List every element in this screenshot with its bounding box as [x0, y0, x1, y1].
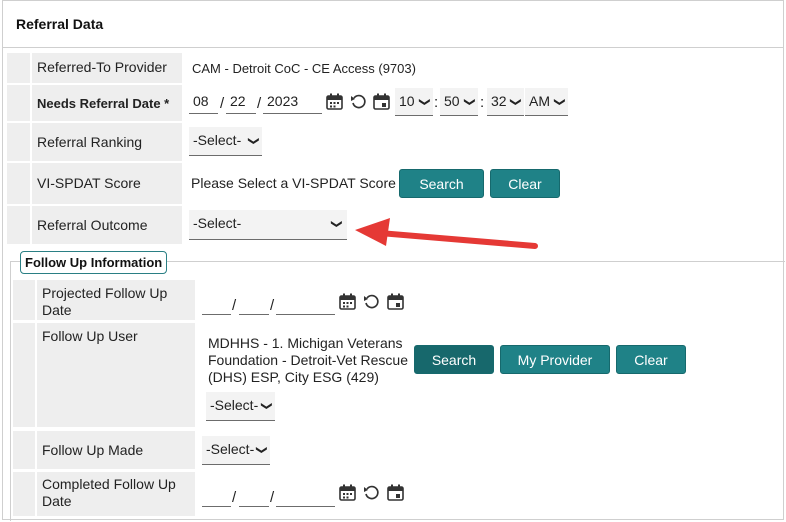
date-separator: / [232, 489, 237, 506]
referral-outcome-label: Referral Outcome [37, 217, 148, 233]
calendar-icon[interactable] [339, 484, 356, 501]
projected-year-input[interactable] [276, 289, 335, 315]
row-marker [7, 123, 30, 161]
follow-up-clear-button[interactable]: Clear [616, 345, 686, 374]
vispdat-value: Please Select a VI-SPDAT Score [191, 175, 396, 191]
chevron-down-icon: ❯ [463, 97, 476, 107]
date-separator: / [232, 297, 237, 314]
projected-label-line-1: Projected Follow Up [42, 285, 168, 301]
chevron-down-icon: ❯ [247, 136, 260, 146]
calendar-icon[interactable] [339, 293, 356, 310]
row-marker [7, 85, 30, 121]
follow-up-search-button[interactable]: Search [414, 345, 494, 374]
follow-up-user-select[interactable]: -Select- ❯ [206, 392, 275, 421]
row-marker [7, 206, 30, 244]
reset-icon[interactable] [350, 93, 367, 110]
year-input[interactable]: 2023 [263, 88, 322, 114]
chevron-down-icon: ❯ [260, 401, 273, 411]
panel-header: Referral Data [3, 1, 783, 48]
referred-to-value: CAM - Detroit CoC - CE Access (9703) [192, 61, 416, 76]
outcome-value: -Select- [193, 215, 242, 231]
row-marker [13, 323, 35, 427]
follow-up-user-line-1: MDHHS - 1. Michigan Veterans [208, 335, 403, 351]
reset-icon[interactable] [363, 484, 380, 501]
follow-up-made-label: Follow Up Made [42, 442, 144, 458]
vispdat-label: VI-SPDAT Score [37, 175, 141, 191]
needs-referral-date-label: Needs Referral Date * [37, 96, 170, 111]
follow-up-user-label: Follow Up User [42, 328, 138, 344]
follow-up-user-line-3: (DHS) ESP, City ESG (429) [208, 369, 379, 385]
referral-outcome-select[interactable]: -Select- ❯ [189, 210, 347, 240]
follow-up-user-line-2: Foundation - Detroit-Vet Rescue [208, 352, 408, 368]
date-separator: / [270, 489, 275, 506]
projected-month-input[interactable] [202, 289, 231, 315]
calendar-icon[interactable] [326, 93, 343, 110]
completed-label-line-1: Completed Follow Up [42, 476, 176, 492]
completed-month-input[interactable] [202, 481, 231, 507]
second-select[interactable]: 32 ❯ [487, 88, 524, 116]
row-marker [13, 472, 35, 516]
reset-icon[interactable] [363, 293, 380, 310]
time-separator: : [434, 94, 439, 111]
today-icon[interactable] [373, 93, 390, 110]
today-icon[interactable] [387, 484, 404, 501]
projected-day-input[interactable] [239, 289, 269, 315]
chevron-down-icon: ❯ [255, 445, 268, 455]
follow-up-made-select[interactable]: -Select- ❯ [202, 436, 270, 465]
chevron-down-icon: ❯ [330, 219, 343, 229]
user-select-value: -Select- [210, 397, 259, 413]
completed-year-input[interactable] [276, 481, 335, 507]
made-value: -Select- [206, 441, 255, 457]
panel-title: Referral Data [16, 16, 104, 32]
today-icon[interactable] [387, 293, 404, 310]
hour-select[interactable]: 10 ❯ [395, 88, 433, 116]
month-input[interactable]: 08 [189, 88, 218, 114]
arrow-annotation [355, 218, 538, 249]
referral-ranking-label: Referral Ranking [37, 134, 143, 150]
row-marker [13, 280, 35, 320]
date-separator: / [257, 95, 262, 112]
minute-select[interactable]: 50 ❯ [440, 88, 478, 116]
my-provider-button[interactable]: My Provider [500, 345, 610, 374]
completed-label-line-2: Date [42, 493, 72, 509]
referral-ranking-select[interactable]: -Select- ❯ [189, 127, 262, 156]
completed-day-input[interactable] [239, 481, 269, 507]
row-marker [7, 163, 30, 204]
chevron-down-icon: ❯ [553, 97, 566, 107]
date-separator: / [270, 297, 275, 314]
follow-up-legend: Follow Up Information [20, 251, 168, 274]
time-separator: : [480, 94, 485, 111]
date-separator: / [220, 95, 225, 112]
referred-to-label: Referred-To Provider [37, 59, 167, 75]
vispdat-clear-button[interactable]: Clear [490, 169, 560, 198]
projected-label-line-2: Date [42, 302, 72, 318]
row-marker [13, 431, 35, 469]
vispdat-search-button[interactable]: Search [399, 169, 484, 198]
ampm-select[interactable]: AM ❯ [525, 88, 568, 116]
row-marker [7, 53, 30, 83]
day-input[interactable]: 22 [226, 88, 256, 114]
ranking-value: -Select- [193, 132, 242, 148]
